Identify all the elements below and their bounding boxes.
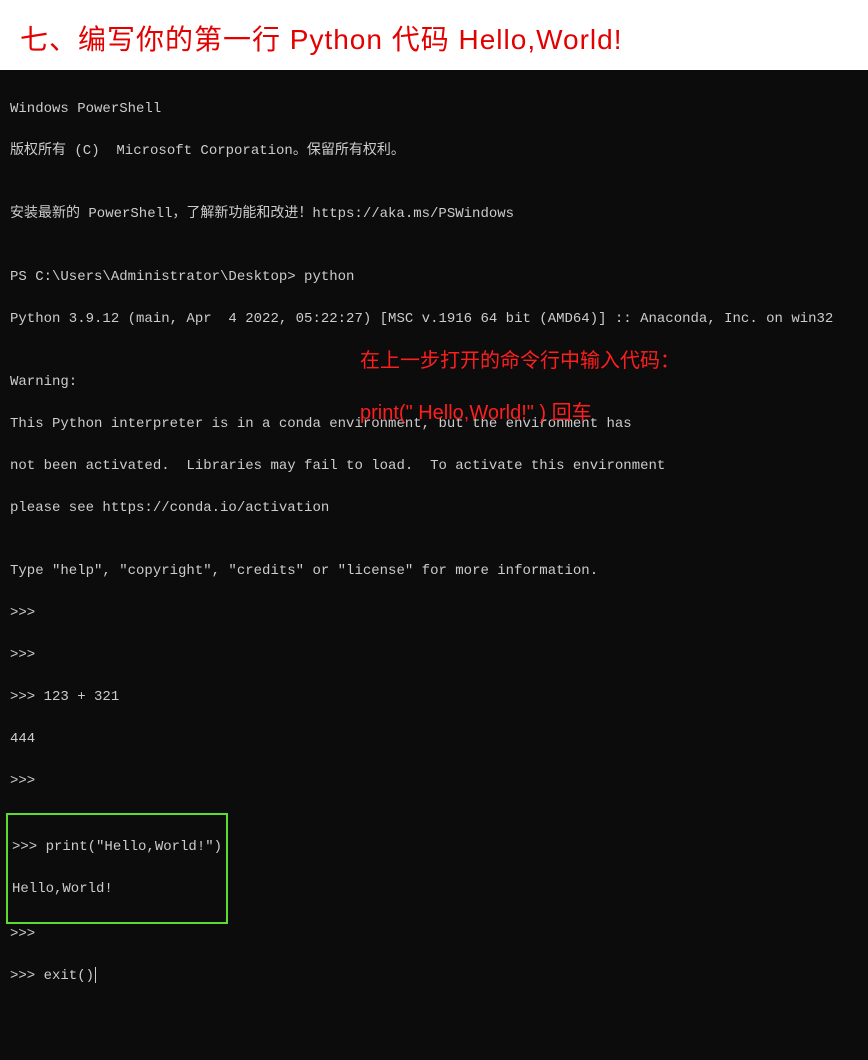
terminal-line: PS C:\Users\Administrator\Desktop> pytho… — [10, 267, 858, 288]
terminal-window[interactable]: Windows PowerShell 版权所有 (C) Microsoft Co… — [0, 70, 868, 1060]
terminal-line: >>> — [10, 645, 858, 666]
page-title: 七、编写你的第一行 Python 代码 Hello,World! — [20, 18, 848, 58]
terminal-line: Type "help", "copyright", "credits" or "… — [10, 561, 858, 582]
terminal-line: >>> — [10, 771, 858, 792]
annotation: 在上一步打开的命令行中输入代码： print(" Hello,World!" )… — [360, 335, 680, 439]
terminal-line: Python 3.9.12 (main, Apr 4 2022, 05:22:2… — [10, 309, 858, 330]
terminal-line: >>> print("Hello,World!") — [12, 837, 222, 858]
terminal-line: 444 — [10, 729, 858, 750]
annotation-line-2: print(" Hello,World!" ) 回车 — [360, 387, 680, 439]
terminal-line: not been activated. Libraries may fail t… — [10, 456, 858, 477]
terminal-line: please see https://conda.io/activation — [10, 498, 858, 519]
annotation-line-1: 在上一步打开的命令行中输入代码： — [360, 335, 680, 387]
terminal-line: 版权所有 (C) Microsoft Corporation。保留所有权利。 — [10, 141, 858, 162]
header: 七、编写你的第一行 Python 代码 Hello,World! — [0, 0, 868, 70]
cursor-icon — [95, 967, 96, 983]
terminal-line: >>> exit() — [10, 966, 858, 987]
terminal-line: Hello,World! — [12, 879, 222, 900]
highlighted-code-box: >>> print("Hello,World!") Hello,World! — [6, 813, 228, 924]
terminal-line: 安装最新的 PowerShell，了解新功能和改进！https://aka.ms… — [10, 204, 858, 225]
terminal-line: >>> — [10, 603, 858, 624]
terminal-input-line: >>> exit() — [10, 968, 94, 984]
terminal-line: >>> 123 + 321 — [10, 687, 858, 708]
terminal-line: >>> — [10, 924, 858, 945]
terminal-line: Windows PowerShell — [10, 99, 858, 120]
